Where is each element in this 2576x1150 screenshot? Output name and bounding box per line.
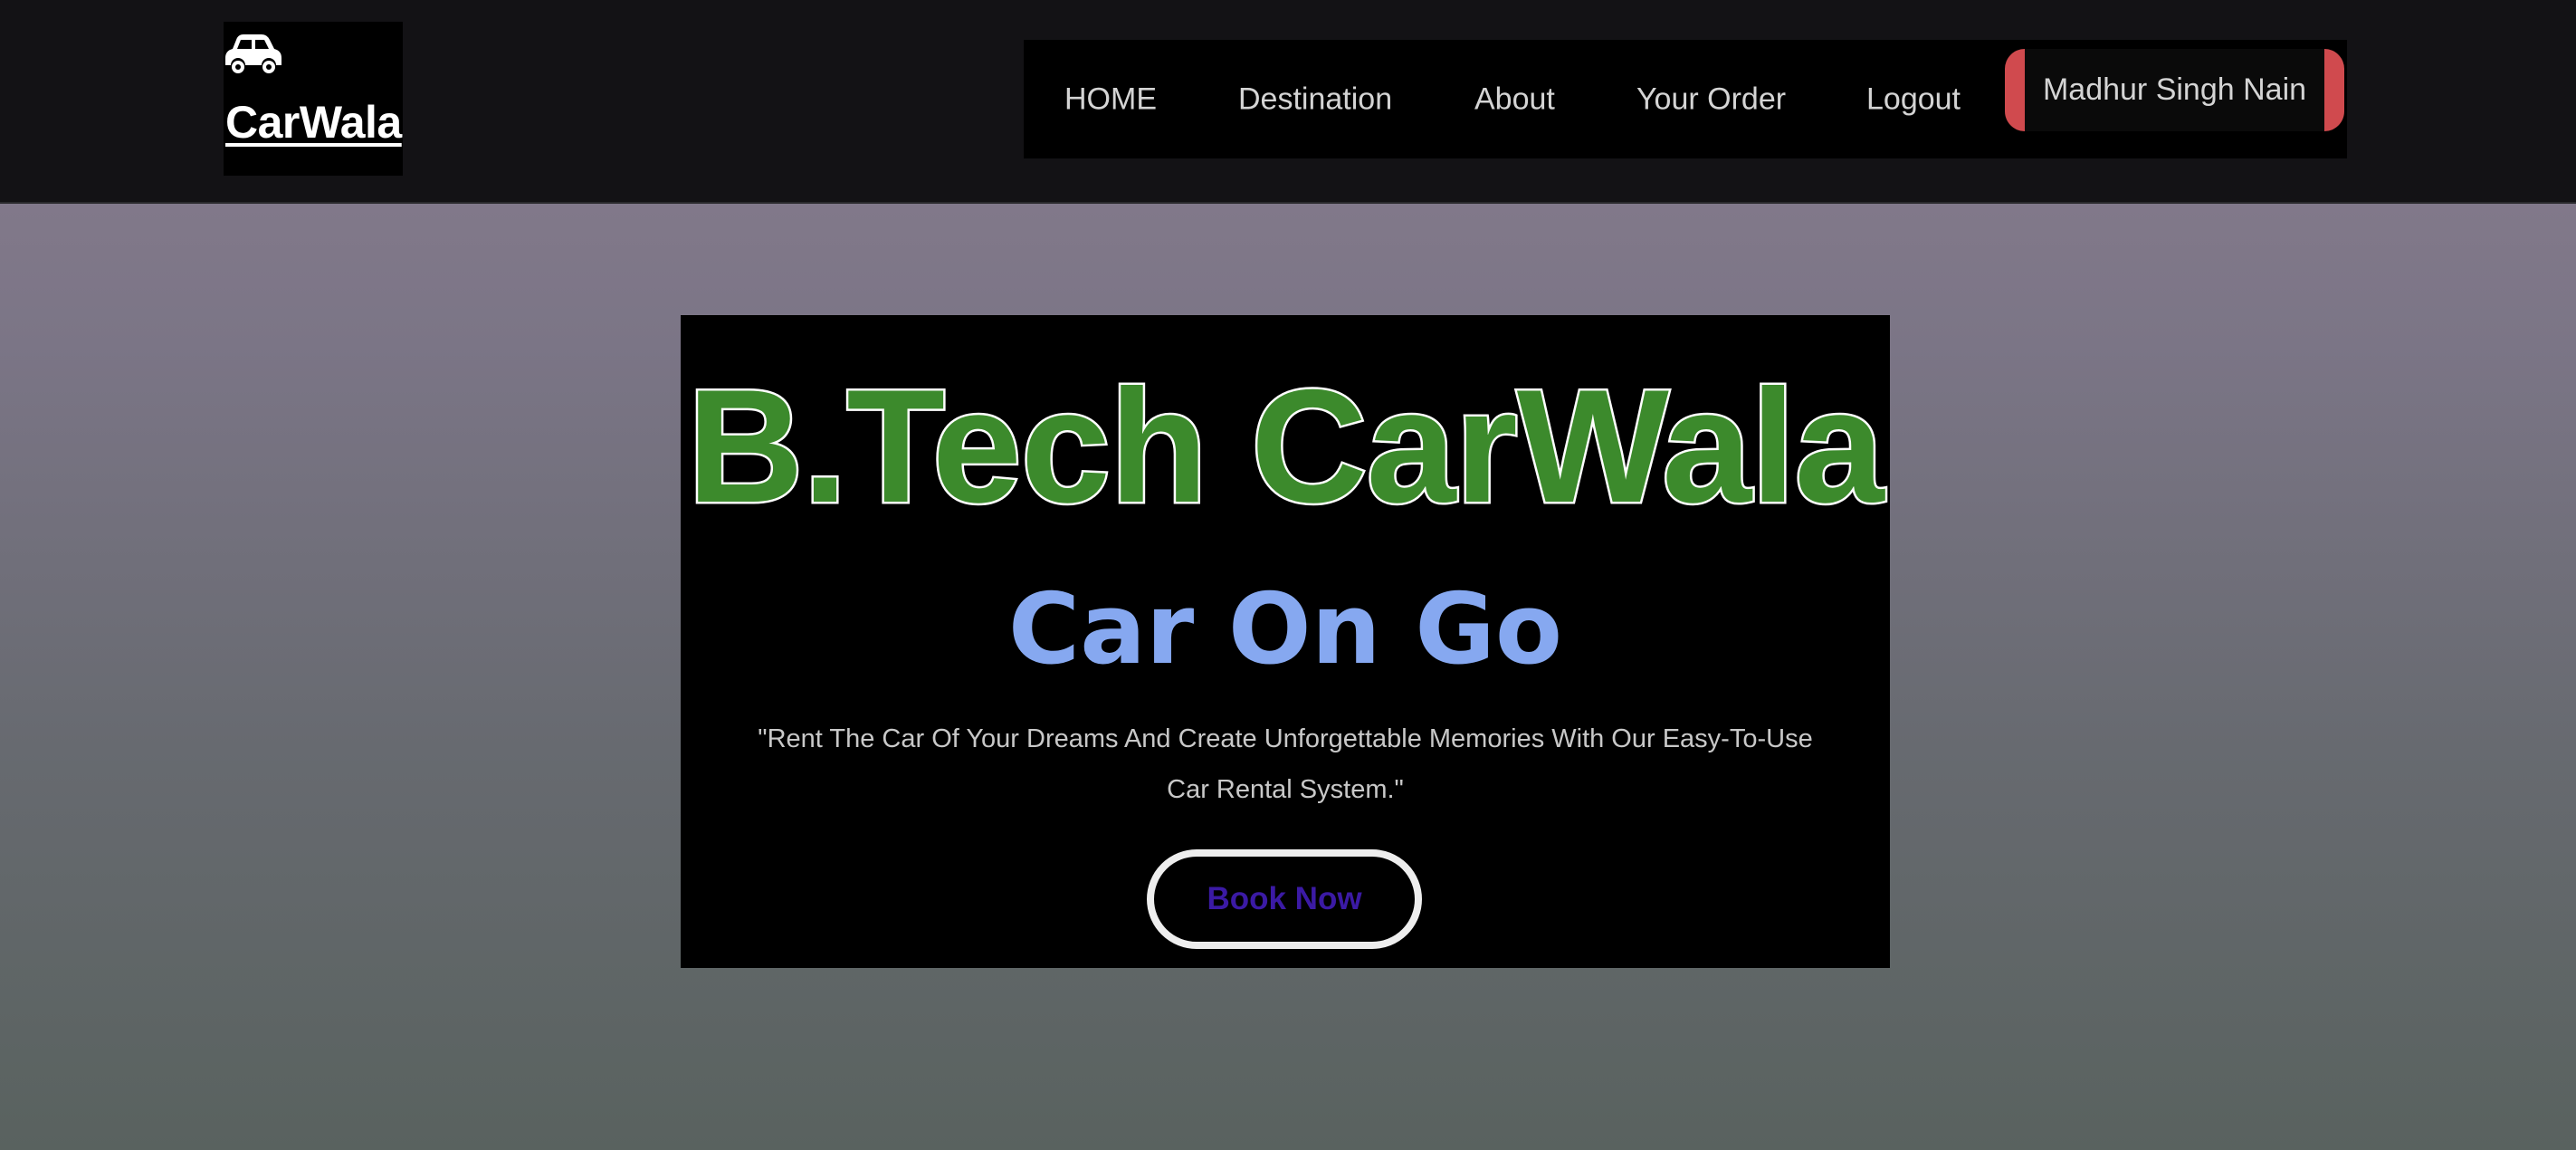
car-icon — [225, 34, 281, 73]
brand-name[interactable]: CarWala — [225, 96, 402, 149]
main-nav: HOME Destination About Your Order Logout… — [1024, 40, 2347, 158]
user-profile-button[interactable]: Madhur Singh Nain — [2005, 49, 2344, 131]
hero-tagline: "Rent The Car Of Your Dreams And Create … — [758, 724, 1813, 804]
nav-home[interactable]: HOME — [1064, 81, 1157, 117]
nav-about[interactable]: About — [1474, 81, 1555, 117]
user-name: Madhur Singh Nain — [2042, 72, 2307, 107]
book-now-button[interactable]: Book Now — [1147, 849, 1422, 949]
nav-destination[interactable]: Destination — [1238, 81, 1392, 117]
nav-your-order[interactable]: Your Order — [1636, 81, 1786, 117]
brand-logo[interactable]: CarWala — [224, 22, 403, 176]
navbar: CarWala HOME Destination About Your Orde… — [0, 0, 2576, 204]
nav-logout[interactable]: Logout — [1866, 81, 1961, 117]
hero-card: B.Tech CarWala Car On Go "Rent The Car O… — [681, 315, 1890, 968]
hero-headline: B.Tech CarWala — [685, 356, 1886, 536]
hero-subhead: Car On Go — [1007, 573, 1563, 686]
